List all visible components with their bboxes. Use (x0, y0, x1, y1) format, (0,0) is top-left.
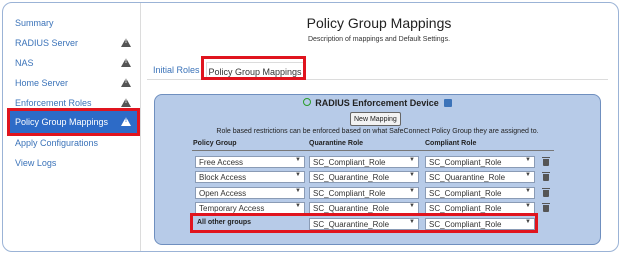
select-value: Temporary Access (199, 203, 265, 213)
policy-group-select[interactable]: Block Access ▼ (195, 171, 305, 183)
sidebar-item-radius-server[interactable]: RADIUS Server (7, 33, 137, 53)
chevron-down-icon: ▼ (409, 188, 415, 194)
sidebar-item-label: Apply Configurations (15, 138, 99, 148)
highlight-box-tab (201, 56, 306, 80)
chevron-down-icon: ▼ (295, 203, 301, 209)
select-value: SC_Quarantine_Role (429, 172, 506, 182)
sidebar-item-label: Home Server (15, 78, 69, 88)
warning-icon (121, 98, 131, 107)
trash-icon[interactable] (542, 203, 550, 212)
menu-icon[interactable] (443, 99, 452, 107)
sidebar-item-label: NAS (15, 58, 34, 68)
power-icon (303, 98, 312, 106)
panel-note: Role based restrictions can be enforced … (216, 128, 539, 135)
column-header-quarantine-role: Quarantine Role (309, 140, 364, 147)
sidebar-item-summary[interactable]: Summary (7, 13, 137, 33)
new-mapping-button[interactable]: New Mapping (350, 112, 401, 126)
select-value: Free Access (199, 157, 244, 167)
chevron-down-icon: ▼ (525, 188, 531, 194)
select-value: SC_Compliant_Role (313, 157, 386, 167)
chevron-down-icon: ▼ (525, 172, 531, 178)
select-value: SC_Compliant_Role (429, 203, 502, 213)
select-value: SC_Quarantine_Role (313, 172, 390, 182)
compliant-role-select[interactable]: SC_Compliant_Role ▼ (425, 156, 535, 168)
column-divider (192, 150, 554, 151)
sidebar-item-label: RADIUS Server (15, 38, 79, 48)
tab-initial-roles[interactable]: Initial Roles (153, 62, 200, 78)
sidebar-item-view-logs[interactable]: View Logs (7, 153, 137, 173)
highlight-box-sidebar (7, 108, 140, 136)
chevron-down-icon: ▼ (525, 203, 531, 209)
trash-icon[interactable] (542, 172, 550, 181)
chevron-down-icon: ▼ (295, 157, 301, 163)
policy-group-select[interactable]: Free Access ▼ (195, 156, 305, 168)
sidebar-item-label: Enforcement Roles (15, 98, 92, 108)
chevron-down-icon: ▼ (525, 157, 531, 163)
warning-icon (121, 58, 131, 67)
sidebar-item-home-server[interactable]: Home Server (7, 73, 137, 93)
policy-group-select[interactable]: Open Access ▼ (195, 187, 305, 199)
select-value: SC_Quarantine_Role (313, 203, 390, 213)
select-value: SC_Compliant_Role (429, 188, 502, 198)
warning-icon (121, 78, 131, 87)
chevron-down-icon: ▼ (409, 172, 415, 178)
sidebar-item-nas[interactable]: NAS (7, 53, 137, 73)
page-description: Description of mappings and Default Sett… (307, 36, 451, 43)
chevron-down-icon: ▼ (295, 188, 301, 194)
highlight-box-other-groups (190, 213, 538, 233)
sidebar-item-label: Summary (15, 18, 54, 28)
trash-icon[interactable] (542, 188, 550, 197)
compliant-role-select[interactable]: SC_Compliant_Role ▼ (425, 187, 535, 199)
chevron-down-icon: ▼ (295, 172, 301, 178)
app-frame: Summary RADIUS Server NAS Home Server En… (2, 2, 619, 252)
sidebar-item-apply-configurations[interactable]: Apply Configurations (7, 133, 137, 153)
compliant-role-select[interactable]: SC_Quarantine_Role ▼ (425, 171, 535, 183)
column-header-compliant-role: Compliant Role (425, 140, 477, 147)
panel-title-text: RADIUS Enforcement Device (315, 98, 439, 108)
sidebar-item-label: View Logs (15, 158, 57, 168)
chevron-down-icon: ▼ (409, 157, 415, 163)
warning-icon (121, 38, 131, 47)
page-title: Policy Group Mappings (306, 15, 452, 31)
quarantine-role-select[interactable]: SC_Quarantine_Role ▼ (309, 171, 419, 183)
trash-icon[interactable] (542, 157, 550, 166)
select-value: Block Access (199, 172, 247, 182)
select-value: SC_Compliant_Role (313, 188, 386, 198)
select-value: SC_Compliant_Role (429, 157, 502, 167)
panel-title: RADIUS Enforcement Device (155, 98, 600, 108)
column-header-policy-group: Policy Group (193, 140, 237, 147)
chevron-down-icon: ▼ (409, 203, 415, 209)
quarantine-role-select[interactable]: SC_Compliant_Role ▼ (309, 187, 419, 199)
select-value: Open Access (199, 188, 247, 198)
quarantine-role-select[interactable]: SC_Compliant_Role ▼ (309, 156, 419, 168)
